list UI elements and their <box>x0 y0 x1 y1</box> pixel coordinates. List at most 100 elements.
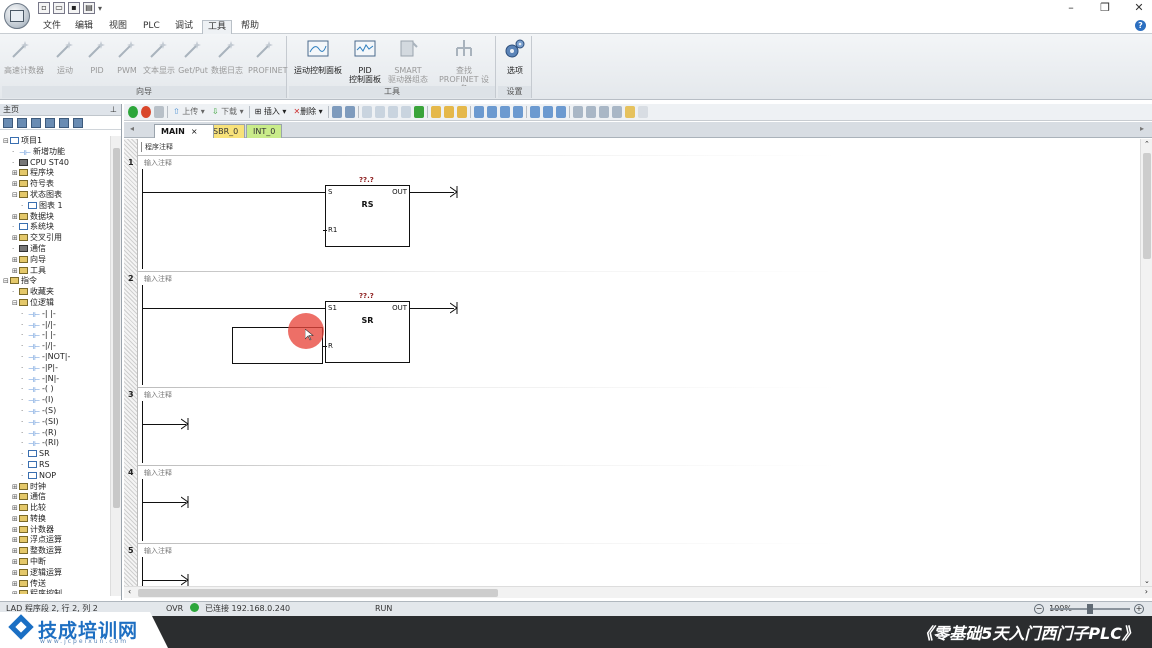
zoom-in-icon[interactable]: + <box>1134 604 1144 614</box>
tree-node[interactable]: ⊞ 符号表 <box>0 179 110 190</box>
coil-icon[interactable] <box>374 106 385 118</box>
tab-close-icon[interactable]: × <box>191 127 198 136</box>
tree-node[interactable]: ⊟ 指令 <box>0 276 110 287</box>
tree-node[interactable]: · ⊣⊢ -|/|- <box>0 341 110 352</box>
comm-icon[interactable] <box>73 118 83 128</box>
table-status-icon[interactable] <box>344 106 355 118</box>
editor-vertical-scrollbar[interactable]: ⌃ ⌄ <box>1140 139 1152 586</box>
run-icon[interactable] <box>128 106 138 118</box>
print-icon[interactable]: ▤ <box>83 2 95 14</box>
zoom-slider[interactable]: − + <box>1034 604 1144 614</box>
unlock-icon[interactable] <box>443 106 454 118</box>
down-line-icon[interactable] <box>486 106 497 118</box>
tree-scroll-thumb[interactable] <box>113 148 120 508</box>
motion-control-panel-button[interactable]: 运动控制面板 <box>293 38 343 82</box>
delete-button[interactable]: ✕删除 ▾ <box>291 106 324 118</box>
open-folder-icon[interactable]: ▭ <box>53 2 65 14</box>
wizard-pwm-button[interactable]: PWM <box>110 38 144 82</box>
save-icon[interactable]: ▪ <box>68 2 80 14</box>
right-line-icon[interactable] <box>512 106 523 118</box>
pou-comment-icon[interactable] <box>598 106 609 118</box>
status-icon[interactable] <box>45 118 55 128</box>
tree-node[interactable]: · NOP <box>0 471 110 482</box>
tree-node[interactable]: · ⊣⊢ -|NOT|- <box>0 352 110 363</box>
up-line-icon[interactable] <box>499 106 510 118</box>
tree-node[interactable]: · 系统块 <box>0 222 110 233</box>
tab-int0[interactable]: INT_0 <box>246 124 283 138</box>
compile-icon[interactable] <box>154 106 164 118</box>
tab-debug[interactable]: 调试 <box>170 20 198 34</box>
block-address[interactable]: ??.? <box>359 176 374 184</box>
expand-icon[interactable]: ⊞ <box>12 568 19 579</box>
download-button[interactable]: ⇩ 下载 ▾ <box>210 106 246 118</box>
help-icon[interactable]: ? <box>1135 20 1146 31</box>
scroll-right-icon[interactable]: › <box>1145 587 1148 596</box>
collapse-icon[interactable]: ⊟ <box>3 276 10 287</box>
ladder-editor[interactable]: 程序注释 1 输入注释 ??.? S OUT RS R1 2 输入注释 ??.?… <box>124 139 1152 586</box>
symbol-table-icon[interactable] <box>585 106 596 118</box>
block-icon[interactable] <box>17 118 27 128</box>
collapse-icon[interactable]: ⊟ <box>3 136 10 147</box>
program-comment[interactable]: 程序注释 <box>141 142 173 152</box>
program-status-icon[interactable] <box>331 106 342 118</box>
lock-icon[interactable] <box>430 106 441 118</box>
expand-icon[interactable]: ⊞ <box>12 514 19 525</box>
tree-node[interactable]: · 通信 <box>0 244 110 255</box>
wizard-motion-button[interactable]: 运动 <box>48 38 82 82</box>
editor-horizontal-thumb[interactable] <box>138 589 498 597</box>
tab-file[interactable]: 文件 <box>38 20 66 34</box>
tree-node[interactable]: · ⊣⊢ -(R) <box>0 428 110 439</box>
network-comment[interactable]: 输入注释 <box>144 546 172 556</box>
wizard-text-display-button[interactable]: 文本显示 <box>142 38 176 82</box>
minimize-icon[interactable]: – <box>1064 1 1078 14</box>
tab-help[interactable]: 帮助 <box>236 20 264 34</box>
tree-node[interactable]: ⊞ 程序块 <box>0 168 110 179</box>
tree-node[interactable]: · SR <box>0 449 110 460</box>
network-comment[interactable]: 输入注释 <box>144 390 172 400</box>
tree-node[interactable]: ⊞ 转换 <box>0 514 110 525</box>
tab-scroll-right-icon[interactable]: ▸ <box>1140 124 1144 133</box>
tree-node[interactable]: · ⊣⊢ -|/|- <box>0 320 110 331</box>
tree-node[interactable]: ⊞ 浮点运算 <box>0 535 110 546</box>
zoom-knob[interactable] <box>1087 604 1093 614</box>
expand-icon[interactable]: ⊞ <box>12 168 19 179</box>
tree-node[interactable]: · 收藏夹 <box>0 287 110 298</box>
print-preview-icon[interactable] <box>637 106 648 118</box>
tree-node[interactable]: ⊞ 数据块 <box>0 212 110 223</box>
network-comment[interactable]: 输入注释 <box>144 274 172 284</box>
block-address[interactable]: ??.? <box>359 292 374 300</box>
tree-node[interactable]: · 图表 1 <box>0 201 110 212</box>
tree-node[interactable]: ⊞ 交叉引用 <box>0 233 110 244</box>
find-profinet-device-button[interactable]: 查找 PROFINET 设备 <box>435 38 493 93</box>
stop-icon[interactable] <box>141 106 151 118</box>
tree-node[interactable]: ⊟ 状态图表 <box>0 190 110 201</box>
editor-horizontal-scrollbar[interactable]: ‹ › <box>124 586 1152 598</box>
tree-node[interactable]: ⊞ 比较 <box>0 503 110 514</box>
symbol-icon[interactable] <box>31 118 41 128</box>
tree-node[interactable]: · ⊣⊢ -| |- <box>0 309 110 320</box>
tree-node[interactable]: ⊞ 工具 <box>0 266 110 277</box>
bookmark-icon[interactable] <box>456 106 467 118</box>
properties-icon[interactable] <box>624 106 635 118</box>
tree-node[interactable]: · ⊣⊢ -(RI) <box>0 438 110 449</box>
tree-node[interactable]: ⊞ 中断 <box>0 557 110 568</box>
new-file-icon[interactable]: ▫ <box>38 2 50 14</box>
wizard-profinet-button[interactable]: PROFINET <box>248 38 288 82</box>
pin-icon[interactable]: ⊥ <box>110 104 117 116</box>
wizard-datalog-button[interactable]: 数据日志 <box>210 38 244 82</box>
tree-node[interactable]: ⊞ 整数运算 <box>0 546 110 557</box>
tree-node[interactable]: · RS <box>0 460 110 471</box>
branch-icon[interactable] <box>400 106 411 118</box>
scroll-up-icon[interactable]: ⌃ <box>1144 140 1150 148</box>
tree-node[interactable]: ⊟ 项目1 <box>0 136 110 147</box>
expand-icon[interactable]: ⊞ <box>12 589 19 594</box>
expand-icon[interactable]: ⊞ <box>12 179 19 190</box>
wizard-getput-button[interactable]: Get/Put <box>176 38 210 82</box>
view-icon[interactable] <box>3 118 13 128</box>
tree-node[interactable]: · ⊣⊢ -|N|- <box>0 374 110 385</box>
tree-scrollbar[interactable] <box>110 136 121 596</box>
expand-icon[interactable]: ⊞ <box>12 503 19 514</box>
contact-icon[interactable] <box>361 106 372 118</box>
tab-view[interactable]: 视图 <box>104 20 132 34</box>
symbol-address-icon[interactable] <box>572 106 583 118</box>
